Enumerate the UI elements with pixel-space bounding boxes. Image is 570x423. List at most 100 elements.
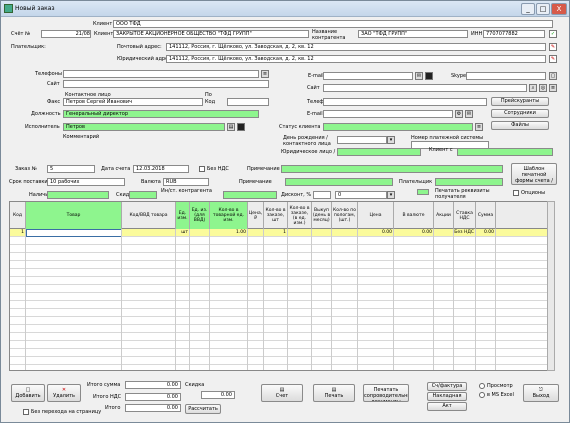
- files-button[interactable]: Файлы: [491, 121, 549, 130]
- column-header[interactable]: В валюте: [394, 202, 434, 229]
- table-cell[interactable]: 1: [10, 229, 26, 237]
- price-lists-button[interactable]: Прейскуранты: [491, 97, 549, 106]
- sum-field[interactable]: [47, 191, 109, 199]
- table-row[interactable]: [10, 245, 554, 253]
- column-header[interactable]: Кол-во в заказе, шт: [264, 202, 288, 229]
- preview-radio[interactable]: [479, 383, 485, 389]
- column-header[interactable]: Выкуп (день в месяц): [312, 202, 332, 229]
- search-icon[interactable]: ⌕: [529, 84, 537, 92]
- column-header[interactable]: Ед. из. (для ВВД): [190, 202, 210, 229]
- table-row[interactable]: [10, 357, 554, 365]
- exit-button[interactable]: ⎋ Выход: [523, 384, 559, 402]
- table-cell[interactable]: 1: [264, 229, 288, 237]
- order-field[interactable]: 5: [47, 165, 95, 173]
- invoice-button[interactable]: ▤ Счет: [261, 384, 303, 402]
- table-scrollbar[interactable]: [547, 201, 555, 371]
- column-header[interactable]: Кол-во в товарной ед. изм.: [210, 202, 248, 229]
- note-field[interactable]: [281, 165, 503, 173]
- currency-field[interactable]: RUB: [163, 178, 209, 186]
- executor-field[interactable]: Петров: [63, 123, 225, 131]
- delete-row-button[interactable]: ✕ Удалить: [47, 384, 81, 402]
- table-cell[interactable]: [26, 229, 122, 237]
- partner-field[interactable]: [337, 148, 421, 156]
- legal-address-field[interactable]: 141112, Россия, г. Щёлково, ул. Заводска…: [166, 55, 546, 63]
- add-row-button[interactable]: □ Добавить: [11, 384, 45, 402]
- client-field[interactable]: ООО ТФД: [113, 20, 553, 28]
- act-button[interactable]: Акт: [427, 402, 467, 411]
- column-header[interactable]: Цена, ₽: [248, 202, 264, 229]
- executor-black-icon[interactable]: [237, 123, 245, 131]
- kontr-field[interactable]: ЗАО "ТФД ГРУПП": [358, 30, 468, 38]
- column-header[interactable]: Кол-во в заказе, (в ед. изм.): [288, 202, 312, 229]
- contact-name-field[interactable]: Петров Сергей Иванович: [63, 98, 203, 106]
- skype-field[interactable]: [466, 72, 546, 80]
- date-field[interactable]: 12.03.2018: [133, 165, 189, 173]
- birthday-field[interactable]: [337, 136, 387, 144]
- table-row[interactable]: [10, 349, 554, 357]
- prim2-field[interactable]: [285, 178, 393, 186]
- email-field[interactable]: [323, 72, 413, 80]
- email2-field[interactable]: [323, 110, 453, 118]
- table-row[interactable]: [10, 309, 554, 317]
- calculate-button[interactable]: Рассчитать: [185, 404, 221, 414]
- table-cell[interactable]: шт: [176, 229, 190, 237]
- table-row[interactable]: [10, 325, 554, 333]
- waybill-button[interactable]: Накладная: [427, 392, 467, 401]
- column-header[interactable]: Сумма: [476, 202, 496, 229]
- confirm-icon[interactable]: ✓: [549, 30, 557, 38]
- column-header[interactable]: Акции: [434, 202, 454, 229]
- print-docs-button[interactable]: Печатать сопроводительные документы: [363, 384, 409, 402]
- mail-icon[interactable]: ✉: [415, 72, 423, 80]
- copy-checkbox[interactable]: [23, 409, 29, 415]
- table-cell[interactable]: 1.00: [210, 229, 248, 237]
- minimize-button[interactable]: _: [521, 3, 535, 15]
- percent-field[interactable]: [313, 191, 331, 199]
- phones-icon[interactable]: ≡: [261, 70, 269, 78]
- info-field[interactable]: [223, 191, 277, 199]
- status-field[interactable]: [227, 98, 269, 106]
- table-row[interactable]: [10, 261, 554, 269]
- vat-checkbox[interactable]: [199, 166, 205, 172]
- client-name-field[interactable]: ЗАКРЫТОЕ АКЦИОНЕРНОЕ ОБЩЕСТВО "ТФД ГРУПП…: [113, 30, 309, 38]
- site-field-2[interactable]: [323, 84, 527, 92]
- globe-icon[interactable]: ◎: [539, 84, 547, 92]
- edit-icon[interactable]: ✎: [549, 43, 557, 51]
- percent-select[interactable]: 0: [335, 191, 387, 199]
- client-since-field[interactable]: [457, 148, 553, 156]
- discount-field[interactable]: [129, 191, 157, 199]
- table-cell[interactable]: Без НДС: [454, 229, 476, 237]
- close-button[interactable]: X: [551, 3, 567, 15]
- table-cell[interactable]: 0.00: [476, 229, 496, 237]
- table-row[interactable]: [10, 277, 554, 285]
- print-form-button[interactable]: Шаблон печатной формы счета / заказа: [511, 163, 557, 185]
- settings-icon[interactable]: ⚙: [455, 110, 463, 118]
- mail2-icon[interactable]: ✉: [465, 110, 473, 118]
- table-row[interactable]: [10, 333, 554, 341]
- birthday-dropdown-icon[interactable]: ▾: [387, 136, 395, 144]
- table-row[interactable]: [10, 285, 554, 293]
- inn-field[interactable]: 7707077882: [483, 30, 545, 38]
- edit-icon-2[interactable]: ✎: [549, 55, 557, 63]
- column-header[interactable]: Код: [10, 202, 26, 229]
- skype-icon[interactable]: ▢: [549, 72, 557, 80]
- comment-area[interactable]: [63, 139, 259, 159]
- payer-account-field[interactable]: [435, 178, 503, 186]
- options-checkbox[interactable]: [513, 190, 519, 196]
- table-row[interactable]: [10, 253, 554, 261]
- site-field[interactable]: [63, 80, 269, 88]
- table-row[interactable]: [10, 269, 554, 277]
- employees-button[interactable]: Сотрудники: [491, 109, 549, 118]
- table-row[interactable]: [10, 317, 554, 325]
- table-cell[interactable]: 0.00: [394, 229, 434, 237]
- account-field[interactable]: 21/08: [41, 30, 91, 38]
- order-items-table[interactable]: Код Товар Код/ВВД товара Ед. изм. Ед. из. (д…: [9, 201, 555, 371]
- excel-radio[interactable]: [479, 392, 485, 398]
- executor-doc-icon[interactable]: ▤: [227, 123, 235, 131]
- column-header[interactable]: Ставка НДС: [454, 202, 476, 229]
- table-row[interactable]: [10, 293, 554, 301]
- status-icon[interactable]: ≡: [475, 123, 483, 131]
- table-row[interactable]: [10, 301, 554, 309]
- sf-button[interactable]: Сч/фактура: [427, 382, 467, 391]
- phone2-field[interactable]: [323, 98, 487, 106]
- status-client-field[interactable]: [323, 123, 473, 131]
